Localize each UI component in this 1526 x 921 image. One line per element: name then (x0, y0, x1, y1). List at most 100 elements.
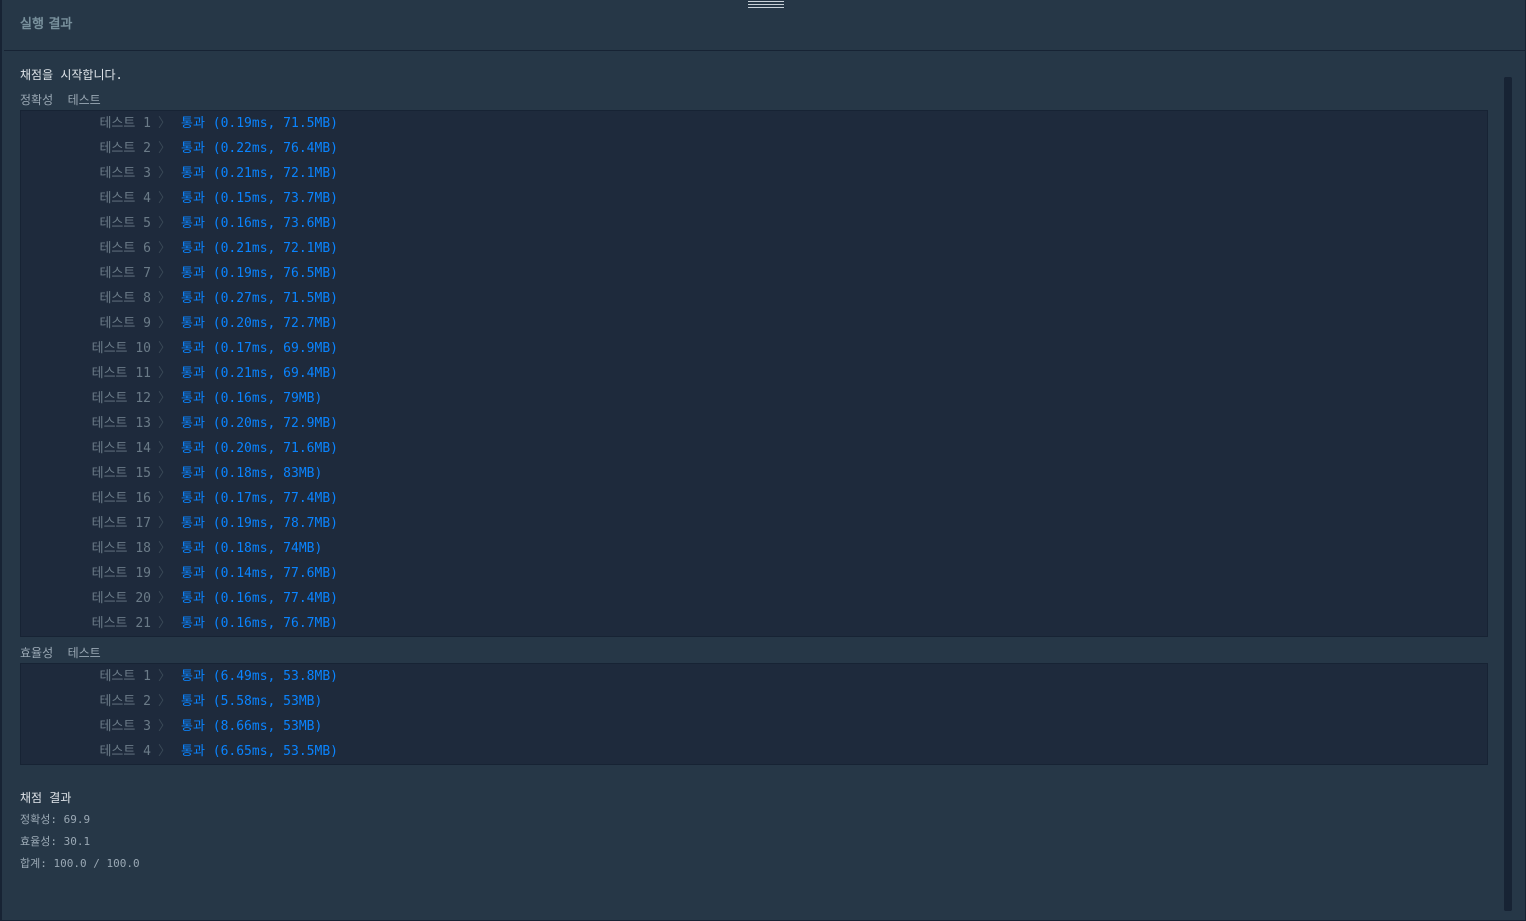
test-result: 통과 (0.22ms, 76.4MB) (181, 141, 338, 156)
test-row: 테스트 8 〉 통과 (0.27ms, 71.5MB) (21, 286, 1487, 311)
test-label: 테스트 16 (91, 491, 151, 506)
test-label: 테스트 4 (99, 191, 151, 206)
test-row: 테스트 19 〉 통과 (0.14ms, 77.6MB) (21, 561, 1487, 586)
panel-title: 실행 결과 (20, 17, 73, 32)
test-row: 테스트 17 〉 통과 (0.19ms, 78.7MB) (21, 511, 1487, 536)
test-result: 통과 (6.65ms, 53.5MB) (181, 744, 338, 759)
test-label: 테스트 1 (99, 116, 151, 131)
separator-glyph: 〉 (158, 341, 172, 356)
test-row: 테스트 18 〉 통과 (0.18ms, 74MB) (21, 536, 1487, 561)
test-row: 테스트 14 〉 통과 (0.20ms, 71.6MB) (21, 436, 1487, 461)
separator-glyph: 〉 (158, 719, 172, 734)
separator-glyph: 〉 (158, 566, 172, 581)
separator-glyph: 〉 (158, 466, 172, 481)
result-panel: 실행 결과 채점을 시작합니다. 정확성 테스트 테스트 1 〉 통과 (0.19m… (0, 0, 1526, 921)
test-row: 테스트 2 〉 통과 (5.58ms, 53MB) (21, 689, 1487, 714)
test-result: 통과 (0.21ms, 69.4MB) (181, 366, 338, 381)
test-result: 통과 (8.66ms, 53MB) (181, 719, 323, 734)
summary-title: 채점 결과 (20, 791, 72, 805)
separator-glyph: 〉 (158, 441, 172, 456)
test-result: 통과 (0.18ms, 83MB) (181, 466, 323, 481)
output-content: 채점을 시작합니다. 정확성 테스트 테스트 1 〉 통과 (0.19ms, 71.… (20, 64, 1488, 875)
test-row: 테스트 20 〉 통과 (0.16ms, 77.4MB) (21, 586, 1487, 611)
test-label: 테스트 7 (99, 266, 151, 281)
test-label: 테스트 20 (91, 591, 151, 606)
test-result: 통과 (0.21ms, 72.1MB) (181, 166, 338, 181)
test-label: 테스트 5 (99, 216, 151, 231)
test-label: 테스트 9 (99, 316, 151, 331)
test-row: 테스트 3 〉 통과 (8.66ms, 53MB) (21, 714, 1487, 739)
test-row: 테스트 21 〉 통과 (0.16ms, 76.7MB) (21, 611, 1487, 636)
panel-header: 실행 결과 (4, 0, 1526, 51)
test-label: 테스트 14 (91, 441, 151, 456)
test-label: 테스트 10 (91, 341, 151, 356)
test-row: 테스트 10 〉 통과 (0.17ms, 69.9MB) (21, 336, 1487, 361)
start-message: 채점을 시작합니다. (20, 68, 123, 82)
separator-glyph: 〉 (158, 266, 172, 281)
test-label: 테스트 3 (99, 166, 151, 181)
test-result: 통과 (0.21ms, 72.1MB) (181, 241, 338, 256)
test-label: 테스트 11 (91, 366, 151, 381)
summary-efficiency: 효율성: 30.1 (20, 835, 91, 848)
test-result: 통과 (0.20ms, 71.6MB) (181, 441, 338, 456)
separator-glyph: 〉 (158, 541, 172, 556)
test-result: 통과 (0.16ms, 77.4MB) (181, 591, 338, 606)
scrollbar[interactable] (1504, 77, 1512, 911)
test-result: 통과 (6.49ms, 53.8MB) (181, 669, 338, 684)
test-result: 통과 (0.15ms, 73.7MB) (181, 191, 338, 206)
separator-glyph: 〉 (158, 516, 172, 531)
test-row: 테스트 1 〉 통과 (0.19ms, 71.5MB) (21, 111, 1487, 136)
test-label: 테스트 17 (91, 516, 151, 531)
test-label: 테스트 18 (91, 541, 151, 556)
test-label: 테스트 2 (99, 694, 151, 709)
test-result: 통과 (0.20ms, 72.7MB) (181, 316, 338, 331)
test-row: 테스트 4 〉 통과 (6.65ms, 53.5MB) (21, 739, 1487, 764)
separator-glyph: 〉 (158, 366, 172, 381)
separator-glyph: 〉 (158, 191, 172, 206)
separator-glyph: 〉 (158, 491, 172, 506)
test-label: 테스트 21 (91, 616, 151, 631)
separator-glyph: 〉 (158, 591, 172, 606)
test-label: 테스트 15 (91, 466, 151, 481)
scrollbar-thumb[interactable] (1504, 77, 1512, 911)
separator-glyph: 〉 (158, 116, 172, 131)
separator-glyph: 〉 (158, 216, 172, 231)
test-result: 통과 (0.19ms, 71.5MB) (181, 116, 338, 131)
test-result: 통과 (5.58ms, 53MB) (181, 694, 323, 709)
efficiency-test-list: 테스트 1 〉 통과 (6.49ms, 53.8MB) 테스트 2 〉 통과 (5.58m… (20, 663, 1488, 765)
test-label: 테스트 19 (91, 566, 151, 581)
test-result: 통과 (0.17ms, 69.9MB) (181, 341, 338, 356)
separator-glyph: 〉 (158, 669, 172, 684)
test-label: 테스트 6 (99, 241, 151, 256)
test-result: 통과 (0.20ms, 72.9MB) (181, 416, 338, 431)
test-row: 테스트 11 〉 통과 (0.21ms, 69.4MB) (21, 361, 1487, 386)
test-row: 테스트 5 〉 통과 (0.16ms, 73.6MB) (21, 211, 1487, 236)
test-row: 테스트 2 〉 통과 (0.22ms, 76.4MB) (21, 136, 1487, 161)
correctness-section-title: 정확성 테스트 (20, 93, 101, 107)
separator-glyph: 〉 (158, 694, 172, 709)
test-label: 테스트 1 (99, 669, 151, 684)
efficiency-section-title: 효율성 테스트 (20, 646, 101, 660)
test-row: 테스트 13 〉 통과 (0.20ms, 72.9MB) (21, 411, 1487, 436)
test-label: 테스트 13 (91, 416, 151, 431)
test-row: 테스트 6 〉 통과 (0.21ms, 72.1MB) (21, 236, 1487, 261)
test-result: 통과 (0.27ms, 71.5MB) (181, 291, 338, 306)
separator-glyph: 〉 (158, 391, 172, 406)
separator-glyph: 〉 (158, 316, 172, 331)
test-label: 테스트 2 (99, 141, 151, 156)
test-label: 테스트 4 (99, 744, 151, 759)
test-row: 테스트 3 〉 통과 (0.21ms, 72.1MB) (21, 161, 1487, 186)
correctness-test-list: 테스트 1 〉 통과 (0.19ms, 71.5MB) 테스트 2 〉 통과 (0.22m… (20, 110, 1488, 637)
test-row: 테스트 16 〉 통과 (0.17ms, 77.4MB) (21, 486, 1487, 511)
test-row: 테스트 1 〉 통과 (6.49ms, 53.8MB) (21, 664, 1487, 689)
separator-glyph: 〉 (158, 241, 172, 256)
test-result: 통과 (0.16ms, 79MB) (181, 391, 323, 406)
test-result: 통과 (0.19ms, 78.7MB) (181, 516, 338, 531)
test-row: 테스트 9 〉 통과 (0.20ms, 72.7MB) (21, 311, 1487, 336)
separator-glyph: 〉 (158, 166, 172, 181)
test-row: 테스트 7 〉 통과 (0.19ms, 76.5MB) (21, 261, 1487, 286)
test-row: 테스트 15 〉 통과 (0.18ms, 83MB) (21, 461, 1487, 486)
test-result: 통과 (0.16ms, 73.6MB) (181, 216, 338, 231)
separator-glyph: 〉 (158, 416, 172, 431)
test-result: 통과 (0.18ms, 74MB) (181, 541, 323, 556)
